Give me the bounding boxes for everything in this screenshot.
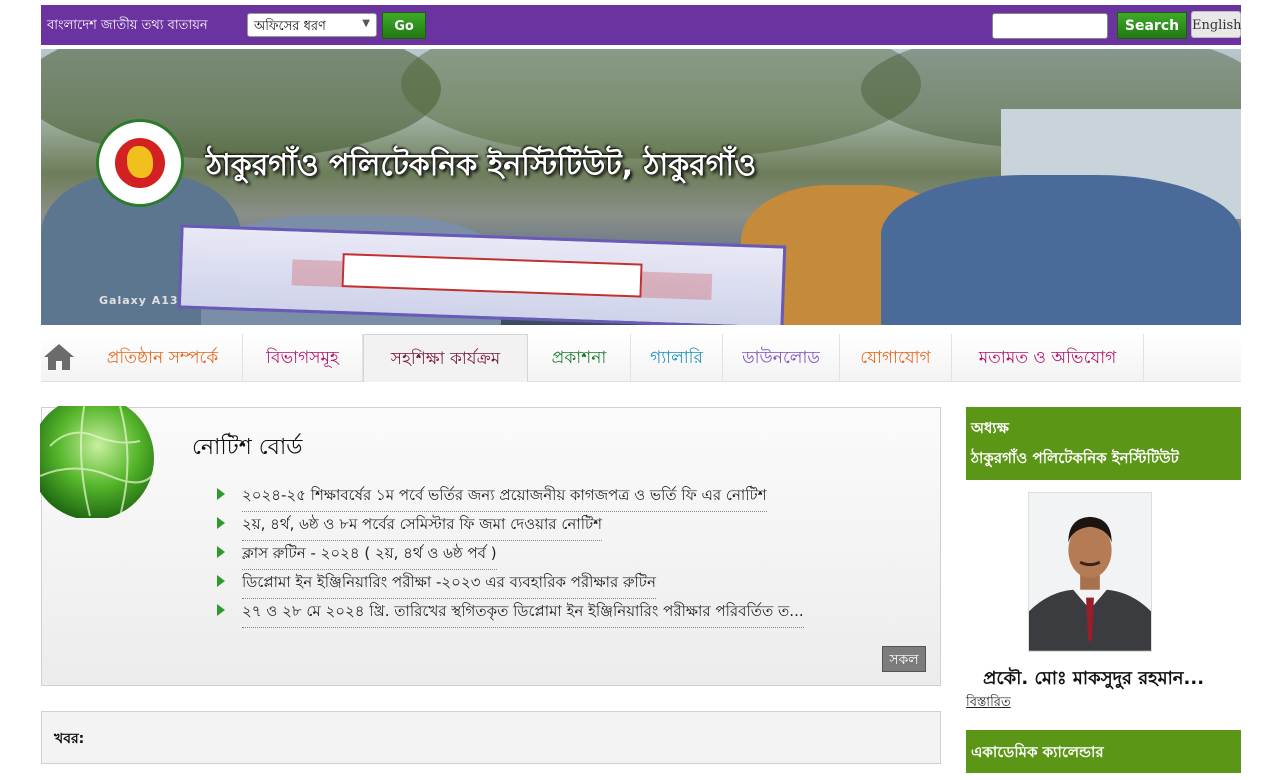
search-button[interactable]: Search	[1117, 12, 1187, 39]
go-button[interactable]: Go	[382, 12, 426, 39]
office-type-select-value: অফিসের ধরণ	[254, 19, 326, 34]
camera-watermark: Galaxy A13	[99, 294, 179, 307]
nav-item-contact[interactable]: যোগাযোগ	[840, 334, 952, 382]
bullet-arrow-icon	[217, 517, 225, 529]
notice-board-title: নোটিশ বোর্ড	[192, 435, 303, 460]
notice-item[interactable]: ২৭ ও ২৮ মে ২০২৪ খ্রি. তারিখের স্থগিতকৃত …	[217, 600, 877, 628]
academic-calendar-header: একাডেমিক ক্যালেন্ডার	[966, 730, 1241, 773]
nav-item-co-curricular[interactable]: সহশিক্ষা কার্যক্রম	[363, 334, 528, 382]
notice-item[interactable]: ২য়, ৪র্থ, ৬ষ্ঠ ও ৮ম পর্বের সেমিস্টার ফি…	[217, 513, 857, 541]
notice-item[interactable]: ডিপ্লোমা ইন ইঞ্জিনিয়ারিং পরীক্ষা -২০২৩ …	[217, 571, 857, 599]
bullet-arrow-icon	[217, 604, 225, 616]
institute-name: ঠাকুরগাঁও পলিটেকনিক ইনস্টিটিউট	[971, 449, 1179, 467]
academic-calendar-title: একাডেমিক ক্যালেন্ডার	[971, 743, 1104, 761]
globe-icon	[40, 406, 156, 518]
search-input[interactable]	[992, 13, 1108, 39]
banner-image: ঠাকুরগাঁও পলিটেকনিক ইনস্টিটিউট, ঠাকুরগাঁ…	[41, 49, 1241, 325]
top-bar: বাংলাদেশ জাতীয় তথ্য বাতায়ন অফিসের ধরণ …	[41, 5, 1242, 45]
rally-banner	[177, 224, 787, 325]
main-nav: প্রতিষ্ঠান সম্পর্কে বিভাগসমূহ সহশিক্ষা ক…	[41, 334, 1241, 382]
notice-item[interactable]: ২০২৪-২৫ শিক্ষাবর্ষের ১ম পর্বে ভর্তির জন্…	[217, 484, 857, 512]
national-portal-link[interactable]: বাংলাদেশ জাতীয় তথ্য বাতায়ন	[47, 16, 208, 37]
dropdown-arrow-icon: ▼	[362, 18, 370, 29]
bullet-arrow-icon	[217, 575, 225, 587]
nav-item-publications[interactable]: প্রকাশনা	[528, 334, 631, 382]
language-toggle-button[interactable]: English	[1191, 11, 1242, 38]
office-type-select[interactable]: অফিসের ধরণ ▼	[247, 13, 377, 37]
bullet-arrow-icon	[217, 488, 225, 500]
principal-name: প্রকৌ. মোঃ মাকসুদুর রহমান...	[983, 668, 1205, 689]
bullet-arrow-icon	[217, 546, 225, 558]
news-label: খবর:	[54, 731, 85, 747]
notice-board: নোটিশ বোর্ড ২০২৪-২৫ শিক্ষাবর্ষের ১ম পর্ব…	[40, 406, 941, 686]
nav-item-downloads[interactable]: ডাউনলোড	[723, 334, 840, 382]
page: বাংলাদেশ জাতীয় তথ্য বাতায়ন অফিসের ধরণ …	[0, 0, 1268, 780]
government-logo	[96, 119, 184, 207]
news-ticker: খবর:	[41, 711, 941, 764]
notice-item[interactable]: ক্লাস রুটিন - ২০২৪ ( ২য়, ৪র্থ ও ৬ষ্ঠ পর…	[217, 542, 857, 570]
nav-item-about[interactable]: প্রতিষ্ঠান সম্পর্কে	[83, 334, 243, 382]
nav-item-gallery[interactable]: গ্যালারি	[631, 334, 723, 382]
principal-title: অধ্যক্ষ	[971, 419, 1009, 437]
principal-photo	[1028, 492, 1152, 652]
all-notices-button[interactable]: সকল	[882, 646, 926, 672]
nav-item-feedback[interactable]: মতামত ও অভিযোগ	[952, 334, 1144, 382]
nav-item-departments[interactable]: বিভাগসমূহ	[243, 334, 363, 382]
principal-header: অধ্যক্ষ ঠাকুরগাঁও পলিটেকনিক ইনস্টিটিউট	[966, 407, 1241, 480]
home-icon[interactable]	[43, 342, 75, 372]
principal-details-link[interactable]: বিস্তারিত	[966, 693, 1011, 714]
site-title: ঠাকুরগাঁও পলিটেকনিক ইনস্টিটিউট, ঠাকুরগাঁ…	[206, 148, 757, 183]
